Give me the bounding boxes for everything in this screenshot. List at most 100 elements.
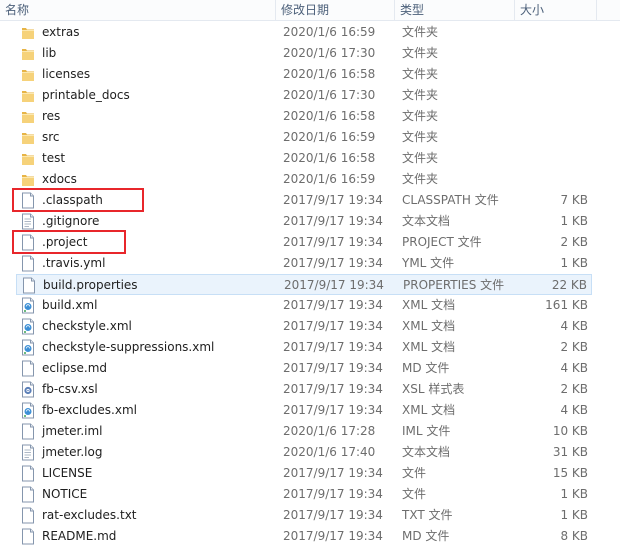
- file-icon: [22, 277, 36, 294]
- file-name: jmeter.log: [42, 445, 103, 459]
- file-size: 1 KB: [560, 487, 588, 501]
- file-date-modified: 2017/9/17 19:34: [283, 508, 383, 522]
- file-size: 2 KB: [560, 340, 588, 354]
- folder-row[interactable]: extras 2020/1/6 16:59 文件夹: [16, 22, 592, 43]
- file-date-modified: 2017/9/17 19:34: [283, 298, 383, 312]
- file-name: README.md: [42, 529, 117, 543]
- folder-icon: [21, 108, 35, 125]
- file-row[interactable]: rat-excludes.txt 2017/9/17 19:34 TXT 文件 1 K…: [16, 505, 592, 526]
- file-type: 文件夹: [402, 151, 439, 165]
- folder-row[interactable]: xdocs 2020/1/6 16:59 文件夹: [16, 169, 592, 190]
- file-type: MD 文件: [402, 529, 450, 543]
- folder-icon: [21, 150, 35, 167]
- file-date-modified: 2020/1/6 16:58: [283, 67, 376, 81]
- file-date-modified: 2020/1/6 16:59: [283, 130, 376, 144]
- file-date-modified: 2017/9/17 19:34: [283, 382, 383, 396]
- file-size: 22 KB: [551, 278, 587, 292]
- file-row[interactable]: NOTICE 2017/9/17 19:34 文件 1 KB: [16, 484, 592, 505]
- folder-icon: [21, 24, 35, 41]
- file-type: XML 文档: [402, 403, 456, 417]
- highlight-box: [12, 230, 126, 254]
- folder-row[interactable]: src 2020/1/6 16:59 文件夹: [16, 127, 592, 148]
- file-name: fb-csv.xsl: [42, 382, 98, 396]
- file-type: MD 文件: [402, 361, 450, 375]
- file-size: 4 KB: [560, 319, 588, 333]
- file-icon: [21, 528, 35, 545]
- file-date-modified: 2017/9/17 19:34: [283, 319, 383, 333]
- file-icon: [21, 486, 35, 503]
- file-row[interactable]: checkstyle.xml 2017/9/17 19:34 XML 文档 4 KB: [16, 316, 592, 337]
- text-file-icon: [21, 213, 35, 230]
- file-name: LICENSE: [42, 466, 93, 480]
- file-row[interactable]: LICENSE 2017/9/17 19:34 文件 15 KB: [16, 463, 592, 484]
- file-icon: [21, 507, 35, 524]
- file-size: 2 KB: [560, 382, 588, 396]
- folder-icon: [21, 129, 35, 146]
- file-row[interactable]: fb-excludes.xml 2017/9/17 19:34 XML 文档 4 KB: [16, 400, 592, 421]
- file-type: IML 文件: [402, 424, 451, 438]
- file-name: extras: [42, 25, 80, 39]
- folder-row[interactable]: lib 2020/1/6 17:30 文件夹: [16, 43, 592, 64]
- folder-icon: [21, 45, 35, 62]
- file-date-modified: 2017/9/17 19:34: [283, 487, 383, 501]
- file-row[interactable]: eclipse.md 2017/9/17 19:34 MD 文件 4 KB: [16, 358, 592, 379]
- folder-icon: [21, 171, 35, 188]
- file-size: 31 KB: [552, 445, 588, 459]
- file-type: 文件夹: [402, 25, 439, 39]
- file-icon: [21, 360, 35, 377]
- file-size: 15 KB: [552, 466, 588, 480]
- file-row[interactable]: README.md 2017/9/17 19:34 MD 文件 8 KB: [16, 526, 592, 547]
- file-type: XSL 样式表: [402, 382, 465, 396]
- file-type: XML 文档: [402, 340, 456, 354]
- folder-icon: [21, 87, 35, 104]
- file-type: TXT 文件: [402, 508, 453, 522]
- file-date-modified: 2020/1/6 17:28: [283, 424, 376, 438]
- file-date-modified: 2020/1/6 17:30: [283, 88, 376, 102]
- column-header-name[interactable]: 名称: [0, 0, 276, 20]
- file-size: 8 KB: [560, 529, 588, 543]
- file-row[interactable]: build.properties 2017/9/17 19:34 PROPERTIE…: [16, 274, 592, 295]
- file-name: build.properties: [43, 278, 138, 292]
- file-type: 文件夹: [402, 109, 439, 123]
- file-date-modified: 2017/9/17 19:34: [283, 529, 383, 543]
- file-type: 文件夹: [402, 67, 439, 81]
- file-date-modified: 2017/9/17 19:34: [283, 361, 383, 375]
- file-size: 10 KB: [552, 424, 588, 438]
- folder-icon: [21, 66, 35, 83]
- file-date-modified: 2020/1/6 17:40: [283, 445, 376, 459]
- file-name: eclipse.md: [42, 361, 108, 375]
- folder-row[interactable]: printable_docs 2020/1/6 17:30 文件夹: [16, 85, 592, 106]
- file-name: .travis.yml: [42, 256, 106, 270]
- file-size: 161 KB: [545, 298, 588, 312]
- file-row[interactable]: checkstyle-suppressions.xml 2017/9/17 19:…: [16, 337, 592, 358]
- xsl-file-icon: [21, 381, 35, 398]
- column-header-size[interactable]: 大小: [515, 0, 597, 20]
- file-row[interactable]: jmeter.log 2020/1/6 17:40 文本文档 31 KB: [16, 442, 592, 463]
- file-size: 1 KB: [560, 214, 588, 228]
- folder-row[interactable]: res 2020/1/6 16:58 文件夹: [16, 106, 592, 127]
- file-type: 文件: [402, 466, 427, 480]
- file-name: fb-excludes.xml: [42, 403, 137, 417]
- file-date-modified: 2017/9/17 19:34: [284, 278, 384, 292]
- folder-row[interactable]: test 2020/1/6 16:58 文件夹: [16, 148, 592, 169]
- file-date-modified: 2017/9/17 19:34: [283, 256, 383, 270]
- file-date-modified: 2017/9/17 19:34: [283, 235, 383, 249]
- file-row[interactable]: .gitignore 2017/9/17 19:34 文本文档 1 KB: [16, 211, 592, 232]
- file-row[interactable]: fb-csv.xsl 2017/9/17 19:34 XSL 样式表 2 KB: [16, 379, 592, 400]
- file-size: 4 KB: [560, 361, 588, 375]
- folder-row[interactable]: licenses 2020/1/6 16:58 文件夹: [16, 64, 592, 85]
- file-row[interactable]: .travis.yml 2017/9/17 19:34 YML 文件 1 KB: [16, 253, 592, 274]
- file-icon: [21, 423, 35, 440]
- column-header-type[interactable]: 类型: [395, 0, 515, 20]
- file-type: 文件夹: [402, 46, 439, 60]
- file-type: PROPERTIES 文件: [403, 278, 505, 292]
- file-row[interactable]: jmeter.iml 2020/1/6 17:28 IML 文件 10 KB: [16, 421, 592, 442]
- file-size: 7 KB: [560, 193, 588, 207]
- file-row[interactable]: build.xml 2017/9/17 19:34 XML 文档 161 KB: [16, 295, 592, 316]
- file-date-modified: 2020/1/6 16:59: [283, 172, 376, 186]
- file-type: PROJECT 文件: [402, 235, 482, 249]
- file-date-modified: 2020/1/6 16:58: [283, 151, 376, 165]
- column-header-date[interactable]: 修改日期: [276, 0, 395, 20]
- highlight-box: [12, 188, 144, 212]
- file-name: res: [42, 109, 61, 123]
